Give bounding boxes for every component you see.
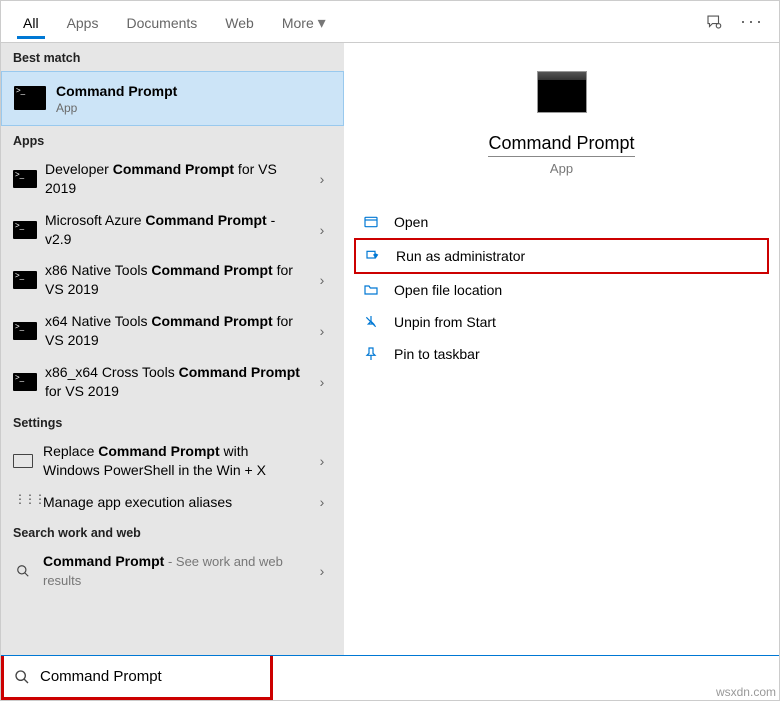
result-app-item[interactable]: Microsoft Azure Command Prompt - v2.9 › (1, 205, 344, 256)
search-input-container[interactable] (1, 656, 273, 700)
command-prompt-icon (14, 86, 46, 110)
result-title: x86 Native Tools Command Prompt for VS 2… (45, 261, 308, 299)
action-run-as-administrator[interactable]: Run as administrator (354, 238, 769, 274)
chevron-right-icon[interactable]: › (308, 453, 336, 469)
ellipsis-icon: ··· (740, 11, 764, 32)
tab-all[interactable]: All (9, 5, 53, 39)
chevron-right-icon[interactable]: › (308, 222, 336, 238)
action-open[interactable]: Open (354, 206, 769, 238)
command-prompt-icon (13, 170, 37, 188)
section-apps: Apps (1, 126, 344, 154)
admin-shield-icon (364, 248, 382, 264)
search-input[interactable] (40, 668, 260, 685)
results-panel: Best match Command Prompt App Apps Devel… (1, 43, 344, 655)
command-prompt-large-icon (537, 71, 587, 113)
action-pin-to-taskbar[interactable]: Pin to taskbar (354, 338, 769, 370)
search-icon (14, 669, 30, 685)
tab-apps[interactable]: Apps (53, 5, 113, 39)
result-title: Command Prompt - See work and web result… (43, 552, 308, 590)
section-settings: Settings (1, 408, 344, 436)
result-title: Replace Command Prompt with Windows Powe… (43, 442, 308, 480)
result-title: x64 Native Tools Command Prompt for VS 2… (45, 312, 308, 350)
chevron-right-icon[interactable]: › (308, 563, 336, 579)
chevron-right-icon[interactable]: › (308, 272, 336, 288)
command-prompt-icon (13, 373, 37, 391)
result-title: Command Prompt (56, 82, 331, 101)
preview-panel: Command Prompt App Open Run as administr… (344, 43, 779, 655)
result-title: x86_x64 Cross Tools Command Prompt for V… (45, 363, 308, 401)
folder-icon (362, 282, 380, 298)
chevron-right-icon[interactable]: › (308, 323, 336, 339)
command-prompt-icon (13, 271, 37, 289)
preview-actions: Open Run as administrator Open file loca… (344, 176, 779, 370)
command-prompt-icon (13, 322, 37, 340)
result-app-item[interactable]: x86 Native Tools Command Prompt for VS 2… (1, 255, 344, 306)
monitor-icon (13, 454, 33, 468)
result-subtitle: App (56, 101, 331, 115)
chevron-right-icon[interactable]: › (308, 171, 336, 187)
tab-documents[interactable]: Documents (112, 5, 211, 39)
result-best-match[interactable]: Command Prompt App (1, 71, 344, 126)
aliases-icon (14, 495, 32, 509)
open-icon (362, 214, 380, 230)
section-best-match: Best match (1, 43, 344, 71)
action-label: Open file location (394, 282, 502, 298)
feedback-icon[interactable] (695, 3, 733, 41)
result-web-item[interactable]: Command Prompt - See work and web result… (1, 546, 344, 597)
result-setting-item[interactable]: Replace Command Prompt with Windows Powe… (1, 436, 344, 487)
chevron-right-icon[interactable]: › (308, 494, 336, 510)
action-label: Unpin from Start (394, 314, 496, 330)
tab-web[interactable]: Web (211, 5, 268, 39)
search-scope-tabs: All Apps Documents Web More ▾ ··· (1, 1, 779, 43)
action-label: Pin to taskbar (394, 346, 480, 362)
chevron-right-icon[interactable]: › (308, 374, 336, 390)
watermark: wsxdn.com (716, 685, 776, 699)
result-app-item[interactable]: x64 Native Tools Command Prompt for VS 2… (1, 306, 344, 357)
result-title: Developer Command Prompt for VS 2019 (45, 160, 308, 198)
action-label: Open (394, 214, 428, 230)
section-work-web: Search work and web (1, 518, 344, 546)
command-prompt-icon (13, 221, 37, 239)
result-title: Manage app execution aliases (43, 493, 308, 512)
action-unpin-from-start[interactable]: Unpin from Start (354, 306, 769, 338)
result-title: Microsoft Azure Command Prompt - v2.9 (45, 211, 308, 249)
result-app-item[interactable]: Developer Command Prompt for VS 2019 › (1, 154, 344, 205)
result-app-item[interactable]: x86_x64 Cross Tools Command Prompt for V… (1, 357, 344, 408)
result-setting-item[interactable]: Manage app execution aliases › (1, 487, 344, 519)
action-label: Run as administrator (396, 248, 525, 264)
action-open-file-location[interactable]: Open file location (354, 274, 769, 306)
start-search-window: All Apps Documents Web More ▾ ··· Best m… (0, 0, 780, 701)
search-bar (1, 655, 779, 700)
preview-subtitle: App (550, 161, 573, 176)
preview-title: Command Prompt (488, 133, 634, 157)
unpin-icon (362, 314, 380, 330)
chevron-down-icon: ▾ (318, 15, 326, 32)
pin-icon (362, 346, 380, 362)
options-icon[interactable]: ··· (733, 3, 771, 41)
tab-more[interactable]: More ▾ (268, 3, 340, 41)
search-icon (14, 562, 32, 580)
